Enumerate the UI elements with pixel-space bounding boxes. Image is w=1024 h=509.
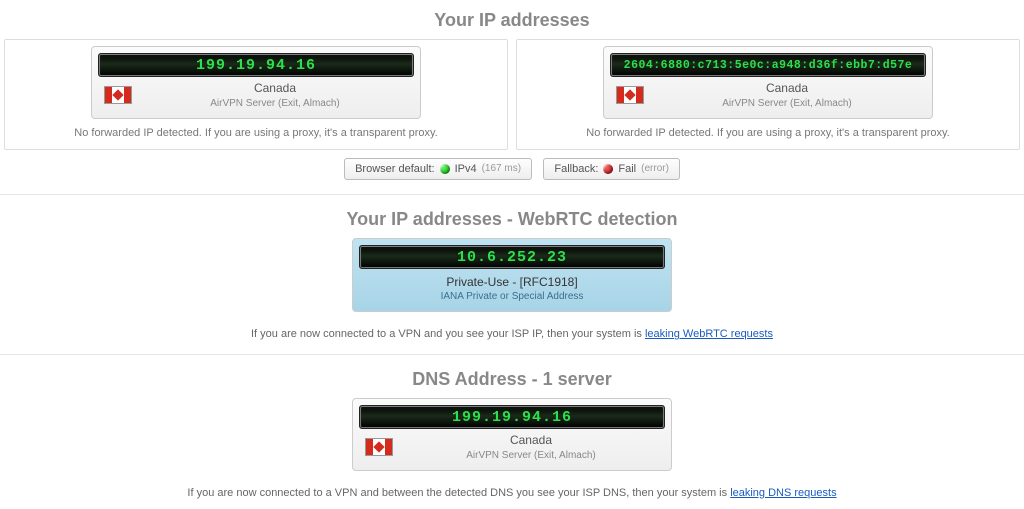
ipv6-location: Canada [654,81,920,97]
panel-ipv4: 199.19.94.16 Canada AirVPN Server (Exit,… [4,39,508,150]
ipv6-server: AirVPN Server (Exit, Almach) [654,97,920,110]
status-fallback: Fallback: Fail (error) [543,158,680,180]
status-browser-default: Browser default: IPv4 (167 ms) [344,158,532,180]
browser-default-value: IPv4 [455,163,477,175]
heading-webrtc: Your IP addresses - WebRTC detection [0,199,1024,238]
panel-ipv6: 2604:6880:c713:5e0c:a948:d36f:ebb7:d57e … [516,39,1020,150]
ip-lcd-dns: 199.19.94.16 [359,405,665,429]
dns-leak-link[interactable]: leaking DNS requests [730,487,836,499]
ip-card-dns: 199.19.94.16 Canada AirVPN Server (Exit,… [352,398,672,471]
ipv4-note: No forwarded IP detected. If you are usi… [5,127,507,139]
ip-card-ipv6: 2604:6880:c713:5e0c:a948:d36f:ebb7:d57e … [603,46,933,119]
webrtc-note: If you are now connected to a VPN and yo… [0,320,1024,346]
fallback-value: Fail [618,163,636,175]
ipv4-location: Canada [142,81,408,97]
webrtc-subtitle: IANA Private or Special Address [359,290,665,303]
status-dot-red-icon [603,164,613,174]
dns-note-text: If you are now connected to a VPN and be… [187,487,730,499]
divider [0,354,1024,355]
ip-lcd-ipv6: 2604:6880:c713:5e0c:a948:d36f:ebb7:d57e [610,53,926,77]
flag-canada-icon [365,438,393,456]
flag-canada-icon [616,86,644,104]
ipv6-note: No forwarded IP detected. If you are usi… [517,127,1019,139]
fallback-label: Fallback: [554,163,598,175]
webrtc-leak-link[interactable]: leaking WebRTC requests [645,328,773,340]
dns-location: Canada [403,433,659,449]
heading-ip: Your IP addresses [0,0,1024,39]
browser-default-label: Browser default: [355,163,434,175]
dns-server: AirVPN Server (Exit, Almach) [403,449,659,462]
ip-lcd-ipv4: 199.19.94.16 [98,53,414,77]
heading-dns: DNS Address - 1 server [0,359,1024,398]
ipv4-server: AirVPN Server (Exit, Almach) [142,97,408,110]
ip-card-webrtc: 10.6.252.23 Private-Use - [RFC1918] IANA… [352,238,672,313]
browser-default-ms: (167 ms) [482,163,521,174]
status-dot-green-icon [440,164,450,174]
fallback-detail: (error) [641,163,669,174]
ip-lcd-webrtc: 10.6.252.23 [359,245,665,269]
dns-note: If you are now connected to a VPN and be… [0,479,1024,505]
webrtc-note-text: If you are now connected to a VPN and yo… [251,328,645,340]
ip-card-ipv4: 199.19.94.16 Canada AirVPN Server (Exit,… [91,46,421,119]
divider [0,194,1024,195]
webrtc-title: Private-Use - [RFC1918] [359,275,665,291]
flag-canada-icon [104,86,132,104]
